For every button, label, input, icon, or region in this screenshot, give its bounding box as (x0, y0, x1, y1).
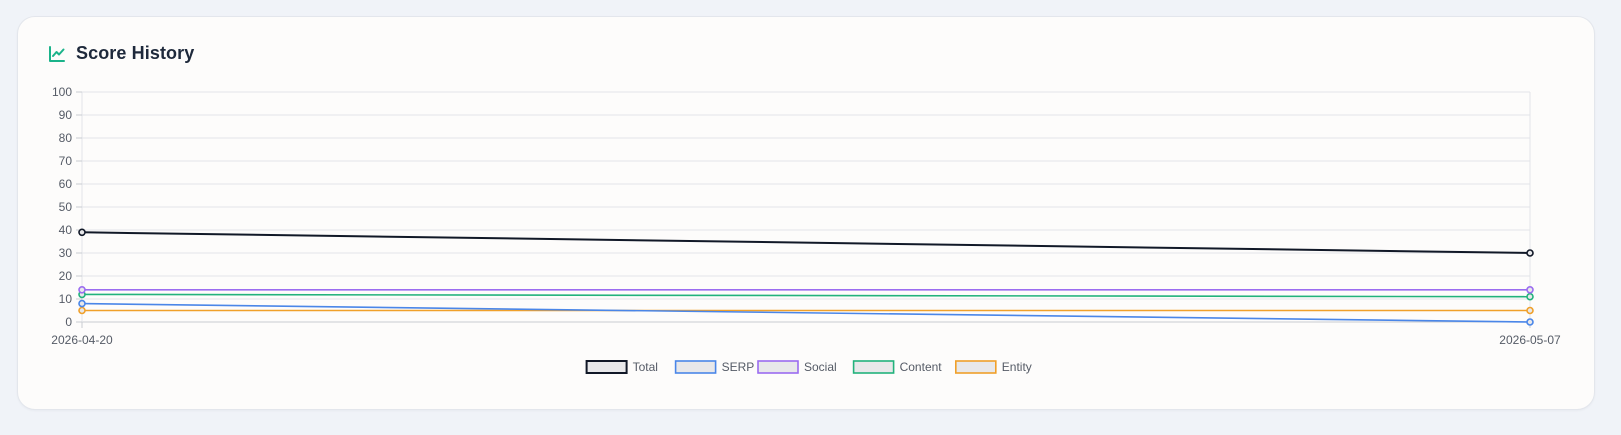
y-tick-label: 90 (59, 108, 73, 122)
y-tick-label: 20 (59, 269, 73, 283)
y-tick-label: 30 (59, 246, 73, 260)
series-line-total (81, 231, 1531, 254)
data-point-social (1526, 285, 1534, 294)
data-point-content (1526, 292, 1534, 301)
score-history-chart: 0 10 20 30 40 50 60 70 80 90 100 2026-04-20 2026-05-… (51, 85, 1561, 374)
legend-swatch-entity (954, 360, 997, 374)
legend-label-serp: SERP (722, 360, 755, 374)
y-tick-label: 60 (59, 177, 73, 191)
x-tick-label: 2026-05-07 (1499, 333, 1561, 347)
legend-swatch-content (852, 360, 895, 374)
legend-label-social: Social (804, 360, 837, 374)
x-tick-label: 2026-04-20 (51, 333, 113, 347)
legend-label-content: Content (900, 360, 943, 374)
legend-swatch-serp (674, 360, 717, 374)
legend-label-entity: Entity (1002, 360, 1032, 374)
y-tick-label: 50 (59, 200, 73, 214)
legend-swatch-total (585, 360, 628, 374)
data-point-social (78, 285, 86, 294)
y-tick-label: 10 (59, 292, 73, 306)
data-point-total (1526, 249, 1534, 257)
data-point-total (78, 228, 86, 237)
y-tick-label: 100 (52, 85, 72, 99)
series-line-serp (81, 302, 1531, 323)
data-point-entity (1526, 306, 1534, 315)
series-line-content (81, 293, 1531, 298)
data-point-entity (78, 306, 86, 315)
y-tick-label: 70 (59, 154, 73, 168)
y-tick-label: 0 (65, 315, 72, 329)
legend-swatch-social (757, 360, 799, 374)
y-tick-label: 40 (59, 223, 73, 237)
data-point-serp (78, 299, 86, 308)
legend-label-total: Total (633, 360, 658, 374)
data-point-serp (1526, 318, 1534, 326)
y-tick-label: 80 (59, 131, 73, 145)
